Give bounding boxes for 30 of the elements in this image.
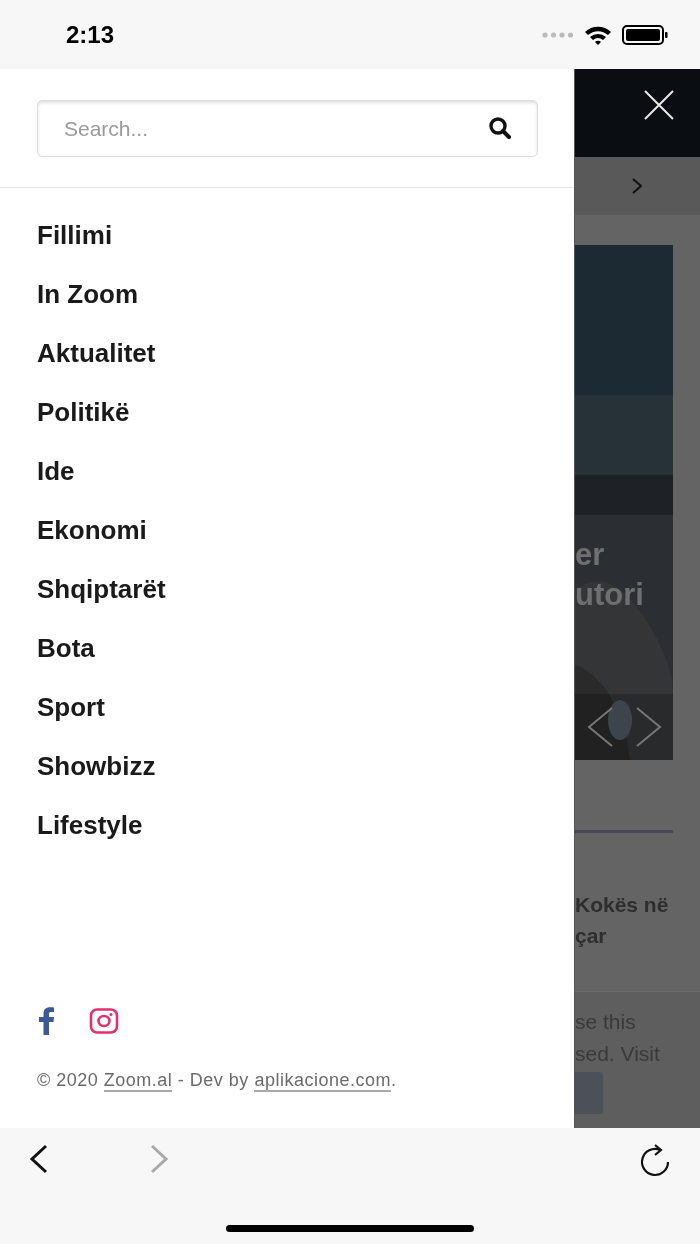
menu-item[interactable]: Politikë <box>37 395 130 454</box>
menu-item[interactable]: Lifestyle <box>37 808 143 867</box>
menu-item[interactable]: Bota <box>37 631 95 690</box>
status-time: 2:13 <box>66 19 115 50</box>
copyright-text: © 2020 Zoom.al - Dev by aplikacione.com. <box>36 1069 398 1094</box>
developer-link[interactable]: aplikacione.com <box>254 1070 391 1092</box>
battery-icon <box>622 24 668 45</box>
close-icon[interactable] <box>644 90 674 120</box>
facebook-icon[interactable] <box>37 1007 55 1035</box>
wifi-icon <box>584 24 612 45</box>
menu-item[interactable]: Fillimi <box>37 218 113 277</box>
search-field[interactable]: Search... <box>37 100 538 157</box>
instagram-icon[interactable] <box>89 1008 119 1034</box>
signal-icon <box>542 31 574 38</box>
chevron-right-icon[interactable] <box>635 707 662 747</box>
menu-item[interactable]: Ekonomi <box>37 513 147 572</box>
menu-item[interactable]: In Zoom <box>37 277 139 336</box>
chevron-left-icon[interactable] <box>586 707 613 747</box>
menu-item[interactable]: Sport <box>37 690 105 749</box>
menu-item[interactable]: Aktualitet <box>37 336 156 395</box>
menu-item[interactable]: Ide <box>37 454 75 513</box>
headline-text: utori <box>575 576 644 614</box>
chevron-right-icon[interactable] <box>632 178 642 194</box>
menu-item[interactable]: Shqiptarët <box>37 572 166 631</box>
headline-text: er <box>575 536 606 574</box>
site-link[interactable]: Zoom.al <box>103 1070 173 1092</box>
search-icon[interactable] <box>488 116 512 140</box>
menu-item[interactable]: Showbizz <box>37 749 156 808</box>
reload-icon[interactable] <box>638 1144 672 1178</box>
back-icon[interactable] <box>28 1144 50 1174</box>
